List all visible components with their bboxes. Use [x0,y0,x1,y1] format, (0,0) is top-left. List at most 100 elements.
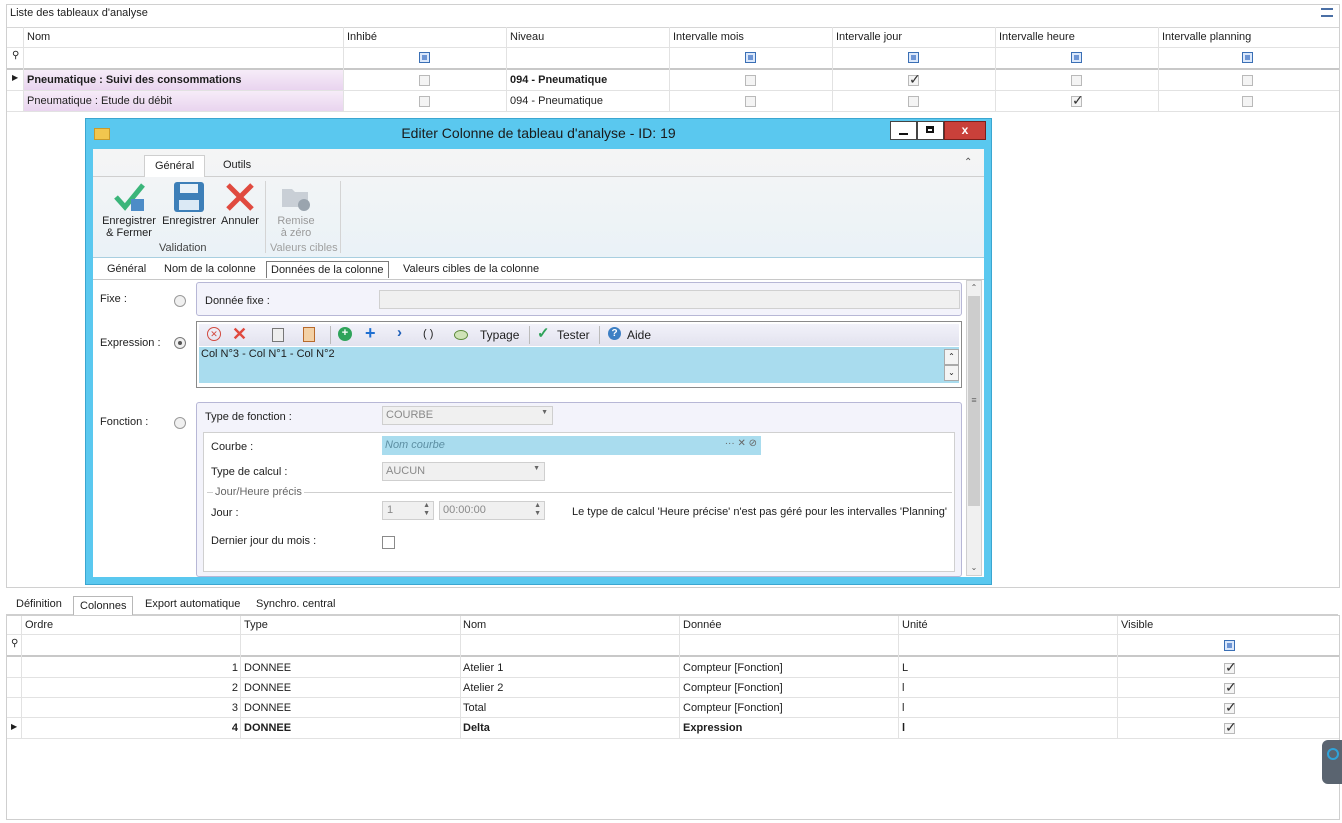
row-heure-checkbox[interactable] [1071,92,1084,109]
row-heure-checkbox[interactable] [1071,75,1082,86]
type-fonction-select[interactable]: COURBE ▼ [382,406,553,425]
table-row[interactable]: 1 DONNEE Atelier 1 Compteur [Fonction] L [7,658,1339,677]
type-calcul-select[interactable]: AUCUN ▼ [382,462,545,481]
dropdown-arrow-icon: ▼ [533,465,540,472]
filter-heure-checkbox[interactable] [1071,52,1082,63]
save-close-button[interactable]: Enregistrer & Fermer [101,181,157,243]
planning-note: Le type de calcul 'Heure précise' n'est … [572,506,947,518]
row-jour-checkbox[interactable] [908,71,921,88]
row-visible-checkbox[interactable] [1224,699,1237,716]
ribbon-tab-general[interactable]: Général [144,155,206,177]
expression-label: Expression : [100,337,161,349]
row-jour-checkbox[interactable] [908,96,919,107]
add-circle-icon[interactable]: + [338,327,352,341]
filter-planning-checkbox[interactable] [1242,52,1253,63]
minimize-button[interactable] [890,121,917,140]
col-header-type[interactable]: Type [244,619,268,631]
row-visible-checkbox[interactable] [1224,719,1237,736]
courbe-actions-icon[interactable]: ··· ✕ ⊘ [725,438,757,449]
table-row[interactable]: Pneumatique : Etude du débit 094 - Pneum… [7,91,1339,111]
typage-icon [454,330,468,340]
row-planning-checkbox[interactable] [1242,96,1253,107]
table-row[interactable]: 2 DONNEE Atelier 2 Compteur [Fonction] l [7,678,1339,697]
row-inhibe-checkbox[interactable] [419,96,430,107]
row-unite: L [902,662,909,674]
tab-synchro-central[interactable]: Synchro. central [250,595,341,613]
editor-scroll-down[interactable]: ⌄ [944,365,959,381]
tab-definition[interactable]: Définition [10,595,68,613]
type-fonction-value: COURBE [386,409,434,421]
maximize-button[interactable] [917,121,944,140]
tab-valeurs-cibles[interactable]: Valeurs cibles de la colonne [403,263,539,275]
filter-jour-checkbox[interactable] [908,52,919,63]
tab-donnees-colonne[interactable]: Données de la colonne [266,261,389,278]
row-type: DONNEE [244,682,292,694]
parentheses-button[interactable]: ( ) [423,328,433,340]
scroll-down-icon[interactable]: ⌄ [967,561,981,575]
content-scrollbar[interactable]: ⌃ ≡ ⌄ [966,280,982,576]
row-mois-checkbox[interactable] [745,96,756,107]
filter-visible-checkbox[interactable] [1224,640,1235,651]
fixe-radio[interactable] [174,295,186,307]
col-header-ordre[interactable]: Ordre [25,619,53,631]
row-inhibe-checkbox[interactable] [419,75,430,86]
jour-value: 1 [387,504,394,516]
reset-button: Remise à zéro [268,181,324,241]
col-header-visible[interactable]: Visible [1121,619,1153,631]
tester-button[interactable]: Tester [557,328,590,342]
clear-expression-icon[interactable]: ✕ [207,327,221,341]
side-handle-icon[interactable] [1322,740,1342,784]
tab-nom-colonne[interactable]: Nom de la colonne [164,263,256,275]
col-header-inhibe[interactable]: Inhibé [347,31,377,43]
close-button[interactable]: x [944,121,986,140]
table-row[interactable]: ▶ 4 DONNEE Delta Expression l [7,718,1339,738]
donnee-fixe-input[interactable] [379,290,960,309]
filter-mois-checkbox[interactable] [745,52,756,63]
fixe-group: Donnée fixe : [196,282,962,316]
col-header-intervalle-heure[interactable]: Intervalle heure [999,31,1075,43]
courbe-input[interactable]: Nom courbe ··· ✕ ⊘ [382,436,761,455]
row-donnee: Expression [683,722,743,734]
tab-colonnes[interactable]: Colonnes [73,596,134,615]
ribbon-collapse-icon[interactable]: ⌃ [964,157,972,168]
row-visible-checkbox[interactable] [1224,659,1237,676]
plus-icon[interactable]: + [365,323,376,344]
paste-icon[interactable] [303,327,315,342]
expression-radio[interactable] [174,337,186,349]
jour-spinner[interactable]: 1 ▲ ▼ [382,501,434,520]
table-row[interactable]: ▶ Pneumatique : Suivi des consommations … [7,70,1339,90]
panel-menu-icon[interactable] [1321,8,1333,17]
col-header-intervalle-mois[interactable]: Intervalle mois [673,31,744,43]
aide-button[interactable]: Aide [627,328,651,342]
row-visible-checkbox[interactable] [1224,679,1237,696]
delete-icon[interactable]: ✕ [232,324,247,345]
typage-button[interactable]: Typage [480,328,519,342]
tab-general[interactable]: Général [107,263,146,275]
dernier-jour-checkbox[interactable] [382,536,395,549]
editor-scroll-up[interactable]: ⌃ [944,349,959,365]
row-mois-checkbox[interactable] [745,75,756,86]
chevron-right-icon[interactable]: › [397,324,402,341]
fonction-radio[interactable] [174,417,186,429]
page-tabs: Général Nom de la colonne Données de la … [93,259,984,280]
col-header-donnee[interactable]: Donnée [683,619,722,631]
row-planning-checkbox[interactable] [1242,75,1253,86]
col-header-intervalle-jour[interactable]: Intervalle jour [836,31,902,43]
cancel-button[interactable]: Annuler [219,181,261,231]
filter-inhibe-checkbox[interactable] [419,52,430,63]
tab-export-automatique[interactable]: Export automatique [139,595,246,613]
expression-editor[interactable]: Col N°3 - Col N°1 - Col N°2 ⌃ ⌄ [199,347,959,383]
ribbon-tab-outils[interactable]: Outils [223,159,251,171]
table-row[interactable]: 3 DONNEE Total Compteur [Fonction] l [7,698,1339,717]
cancel-label: Annuler [221,215,259,227]
col-header-unite[interactable]: Unité [902,619,928,631]
col-header-nom[interactable]: Nom [463,619,486,631]
expression-toolbar: ✕ ✕ + + › ( ) Typage ✓ Tester ? Aide [199,323,959,346]
col-header-intervalle-planning[interactable]: Intervalle planning [1162,31,1251,43]
col-header-nom[interactable]: Nom [27,31,50,43]
scroll-up-icon[interactable]: ⌃ [967,281,981,295]
col-header-niveau[interactable]: Niveau [510,31,544,43]
time-spinner[interactable]: 00:00:00 ▲ ▼ [439,501,545,520]
save-button[interactable]: Enregistrer [161,181,217,231]
copy-icon[interactable] [272,328,284,342]
